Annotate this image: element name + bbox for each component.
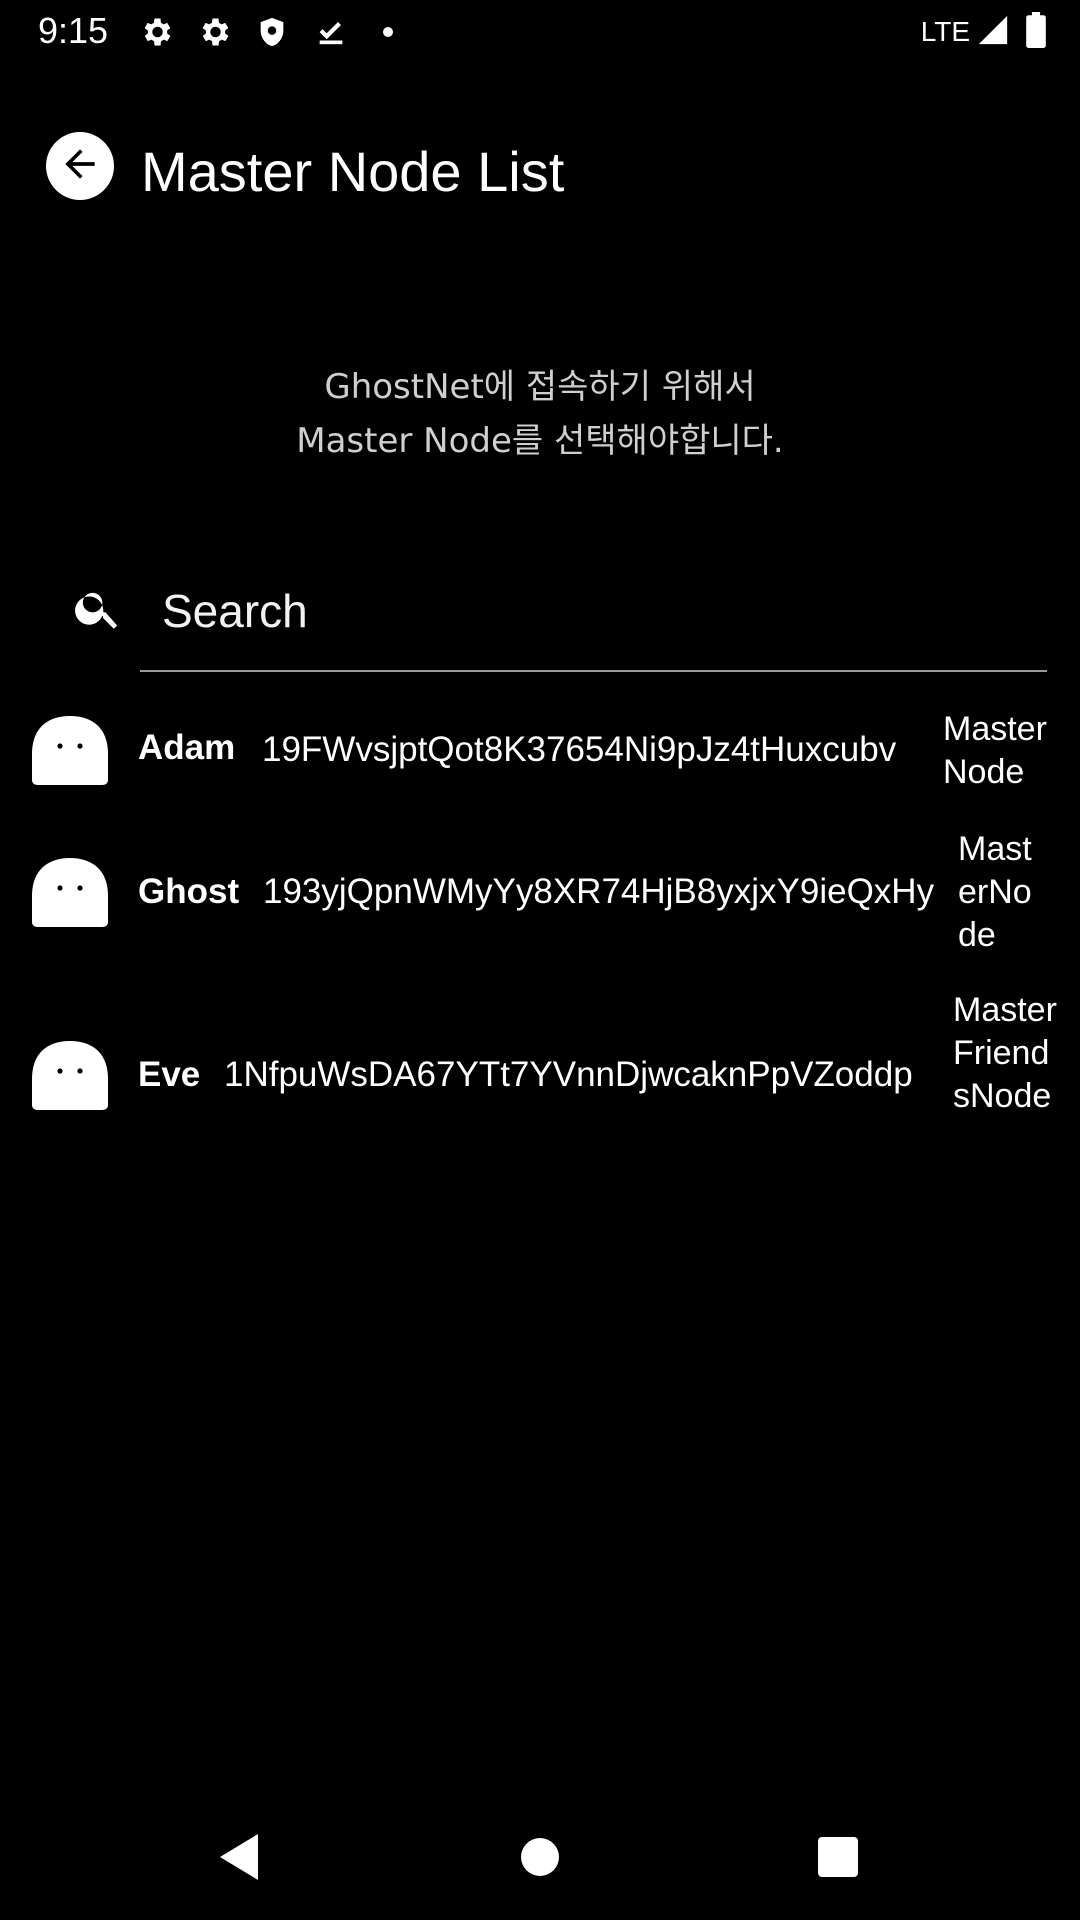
nav-back-icon[interactable] bbox=[220, 1834, 258, 1880]
dot-icon bbox=[368, 12, 408, 52]
battery-icon bbox=[1026, 11, 1046, 53]
nav-home-icon[interactable] bbox=[521, 1838, 559, 1876]
node-type: MasterFriendsNode bbox=[953, 991, 1057, 1115]
node-name: Eve bbox=[138, 1055, 201, 1094]
shield-icon bbox=[252, 12, 292, 52]
signal-icon bbox=[976, 13, 1010, 52]
page-title: Master Node List bbox=[141, 140, 565, 203]
instruction-line-1: GhostNet에 접속하기 위해서 bbox=[324, 367, 756, 407]
instruction-text: GhostNet에 접속하기 위해서 Master Node를 선택해야합니다. bbox=[0, 360, 1080, 468]
list-item-adam[interactable]: Adam 19FWvsjptQot8K37654Ni9pJz4tHuxcubv … bbox=[0, 700, 1080, 800]
arrow-back-icon bbox=[58, 142, 102, 191]
status-bar: 9:15 LTE bbox=[0, 0, 1080, 64]
node-address: 19FWvsjptQot8K37654Ni9pJz4tHuxcubv bbox=[262, 730, 897, 769]
node-type: MasterNode bbox=[943, 710, 1047, 791]
list-item-ghost[interactable]: Ghost 193yjQpnWMyYy8XR74HjB8yxjxY9ieQxHy… bbox=[0, 820, 1080, 970]
network-type: LTE bbox=[920, 16, 970, 47]
download-done-icon bbox=[311, 12, 351, 52]
search-input[interactable] bbox=[140, 576, 1045, 646]
back-button[interactable] bbox=[46, 132, 114, 200]
node-address: 1NfpuWsDA67YTt7YVnnDjwcaknPpVZoddp bbox=[224, 1055, 913, 1094]
gear-icon bbox=[194, 12, 234, 52]
gear-icon bbox=[136, 12, 176, 52]
node-address: 193yjQpnWMyYy8XR74HjB8yxjxY9ieQxHy bbox=[263, 872, 935, 911]
list-item-eve[interactable]: Eve 1NfpuWsDA67YTt7YVnnDjwcaknPpVZoddp M… bbox=[0, 985, 1080, 1165]
node-name: Adam bbox=[138, 728, 236, 767]
ghost-avatar-icon bbox=[28, 708, 112, 786]
node-type: MasterNode bbox=[958, 830, 1032, 954]
status-right: LTE bbox=[921, 10, 1046, 54]
status-time: 9:15 bbox=[38, 10, 109, 51]
instruction-line-2: Master Node를 선택해야합니다. bbox=[296, 421, 784, 461]
search-icon[interactable] bbox=[72, 582, 124, 634]
nav-recents-icon[interactable] bbox=[818, 1837, 858, 1877]
ghost-avatar-icon bbox=[28, 1033, 112, 1111]
search-underline bbox=[140, 670, 1047, 672]
node-name: Ghost bbox=[138, 872, 240, 911]
ghost-avatar-icon bbox=[28, 850, 112, 928]
